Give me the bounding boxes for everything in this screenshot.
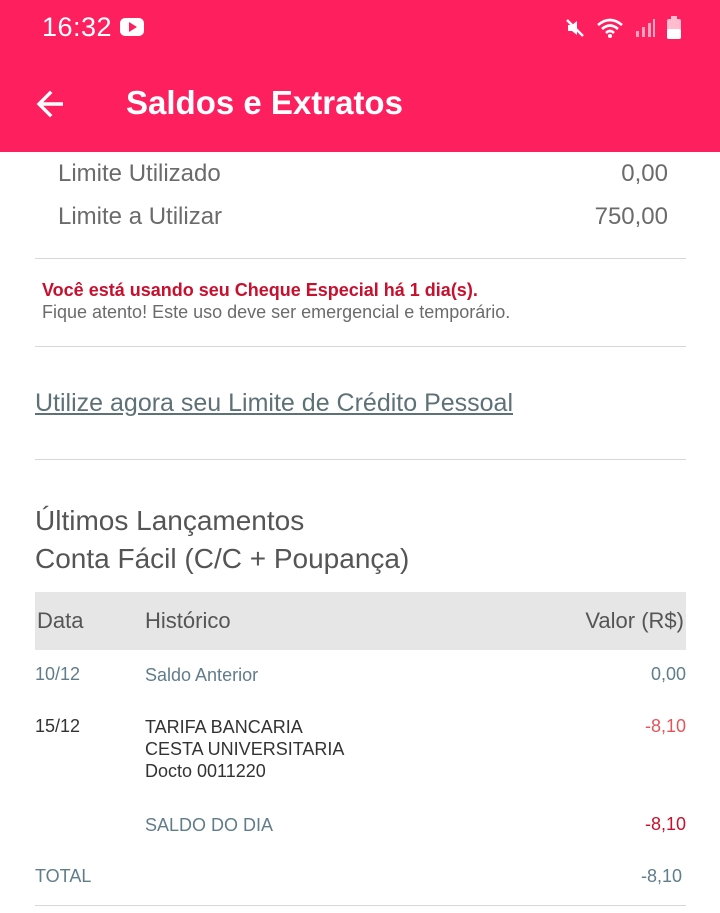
personal-credit-link[interactable]: Utilize agora seu Limite de Crédito Pess… [35,389,513,418]
column-history: Histórico [145,608,231,633]
row-value: 0,00 [650,664,686,684]
statement-title-line2: Conta Fácil (C/C + Poupança) [35,543,410,574]
row-history-line: TARIFA BANCARIA [145,717,303,737]
arrow-left-icon [36,90,63,118]
row-value: -8,10 [644,814,686,834]
row-value: -8,10 [644,716,686,736]
overdraft-advice: Fique atento! Este uso deve ser emergenc… [42,302,511,322]
limit-available-label: Limite a Utilizar [58,203,223,230]
column-date: Data [37,608,84,633]
row-date: 10/12 [35,664,81,684]
row-history-line: CESTA UNIVERSITARIA [145,739,345,759]
wifi-icon [597,18,623,38]
divider [35,346,686,347]
back-button[interactable] [28,84,72,124]
statement-title: Últimos Lançamentos Conta Fácil (C/C + P… [35,502,409,578]
limit-used-row: Limite Utilizado 0,00 [58,160,668,188]
status-icons [564,14,682,42]
row-history: TARIFA BANCARIA CESTA UNIVERSITARIA Doct… [145,716,344,782]
row-history-line: Docto 0011220 [145,761,266,781]
battery-icon [667,16,681,39]
page-title: Saldos e Extratos [126,84,403,121]
row-history: Saldo Anterior [145,665,259,685]
total-value: -8,10 [640,866,682,886]
column-value: Valor (R$) [585,608,684,633]
divider [35,905,686,906]
statement-title-line1: Últimos Lançamentos [35,505,305,536]
mute-icon [566,19,584,37]
divider [35,258,686,259]
total-label: TOTAL [35,866,92,886]
signal-icon [636,19,655,37]
limit-used-value: 0,00 [621,160,668,187]
limit-available-row: Limite a Utilizar 750,00 [58,203,668,231]
statement-table-header: Data Histórico Valor (R$) [35,592,686,650]
app-bar: 16:32 Saldos e Extratos [0,0,720,152]
row-date: 15/12 [35,716,81,736]
divider [35,459,686,460]
overdraft-warning: Você está usando seu Cheque Especial há … [42,280,478,300]
youtube-icon [120,18,144,36]
limit-available-value: 750,00 [594,203,668,230]
status-time: 16:32 [42,12,113,42]
row-history: SALDO DO DIA [145,815,274,835]
limit-used-label: Limite Utilizado [58,160,221,187]
